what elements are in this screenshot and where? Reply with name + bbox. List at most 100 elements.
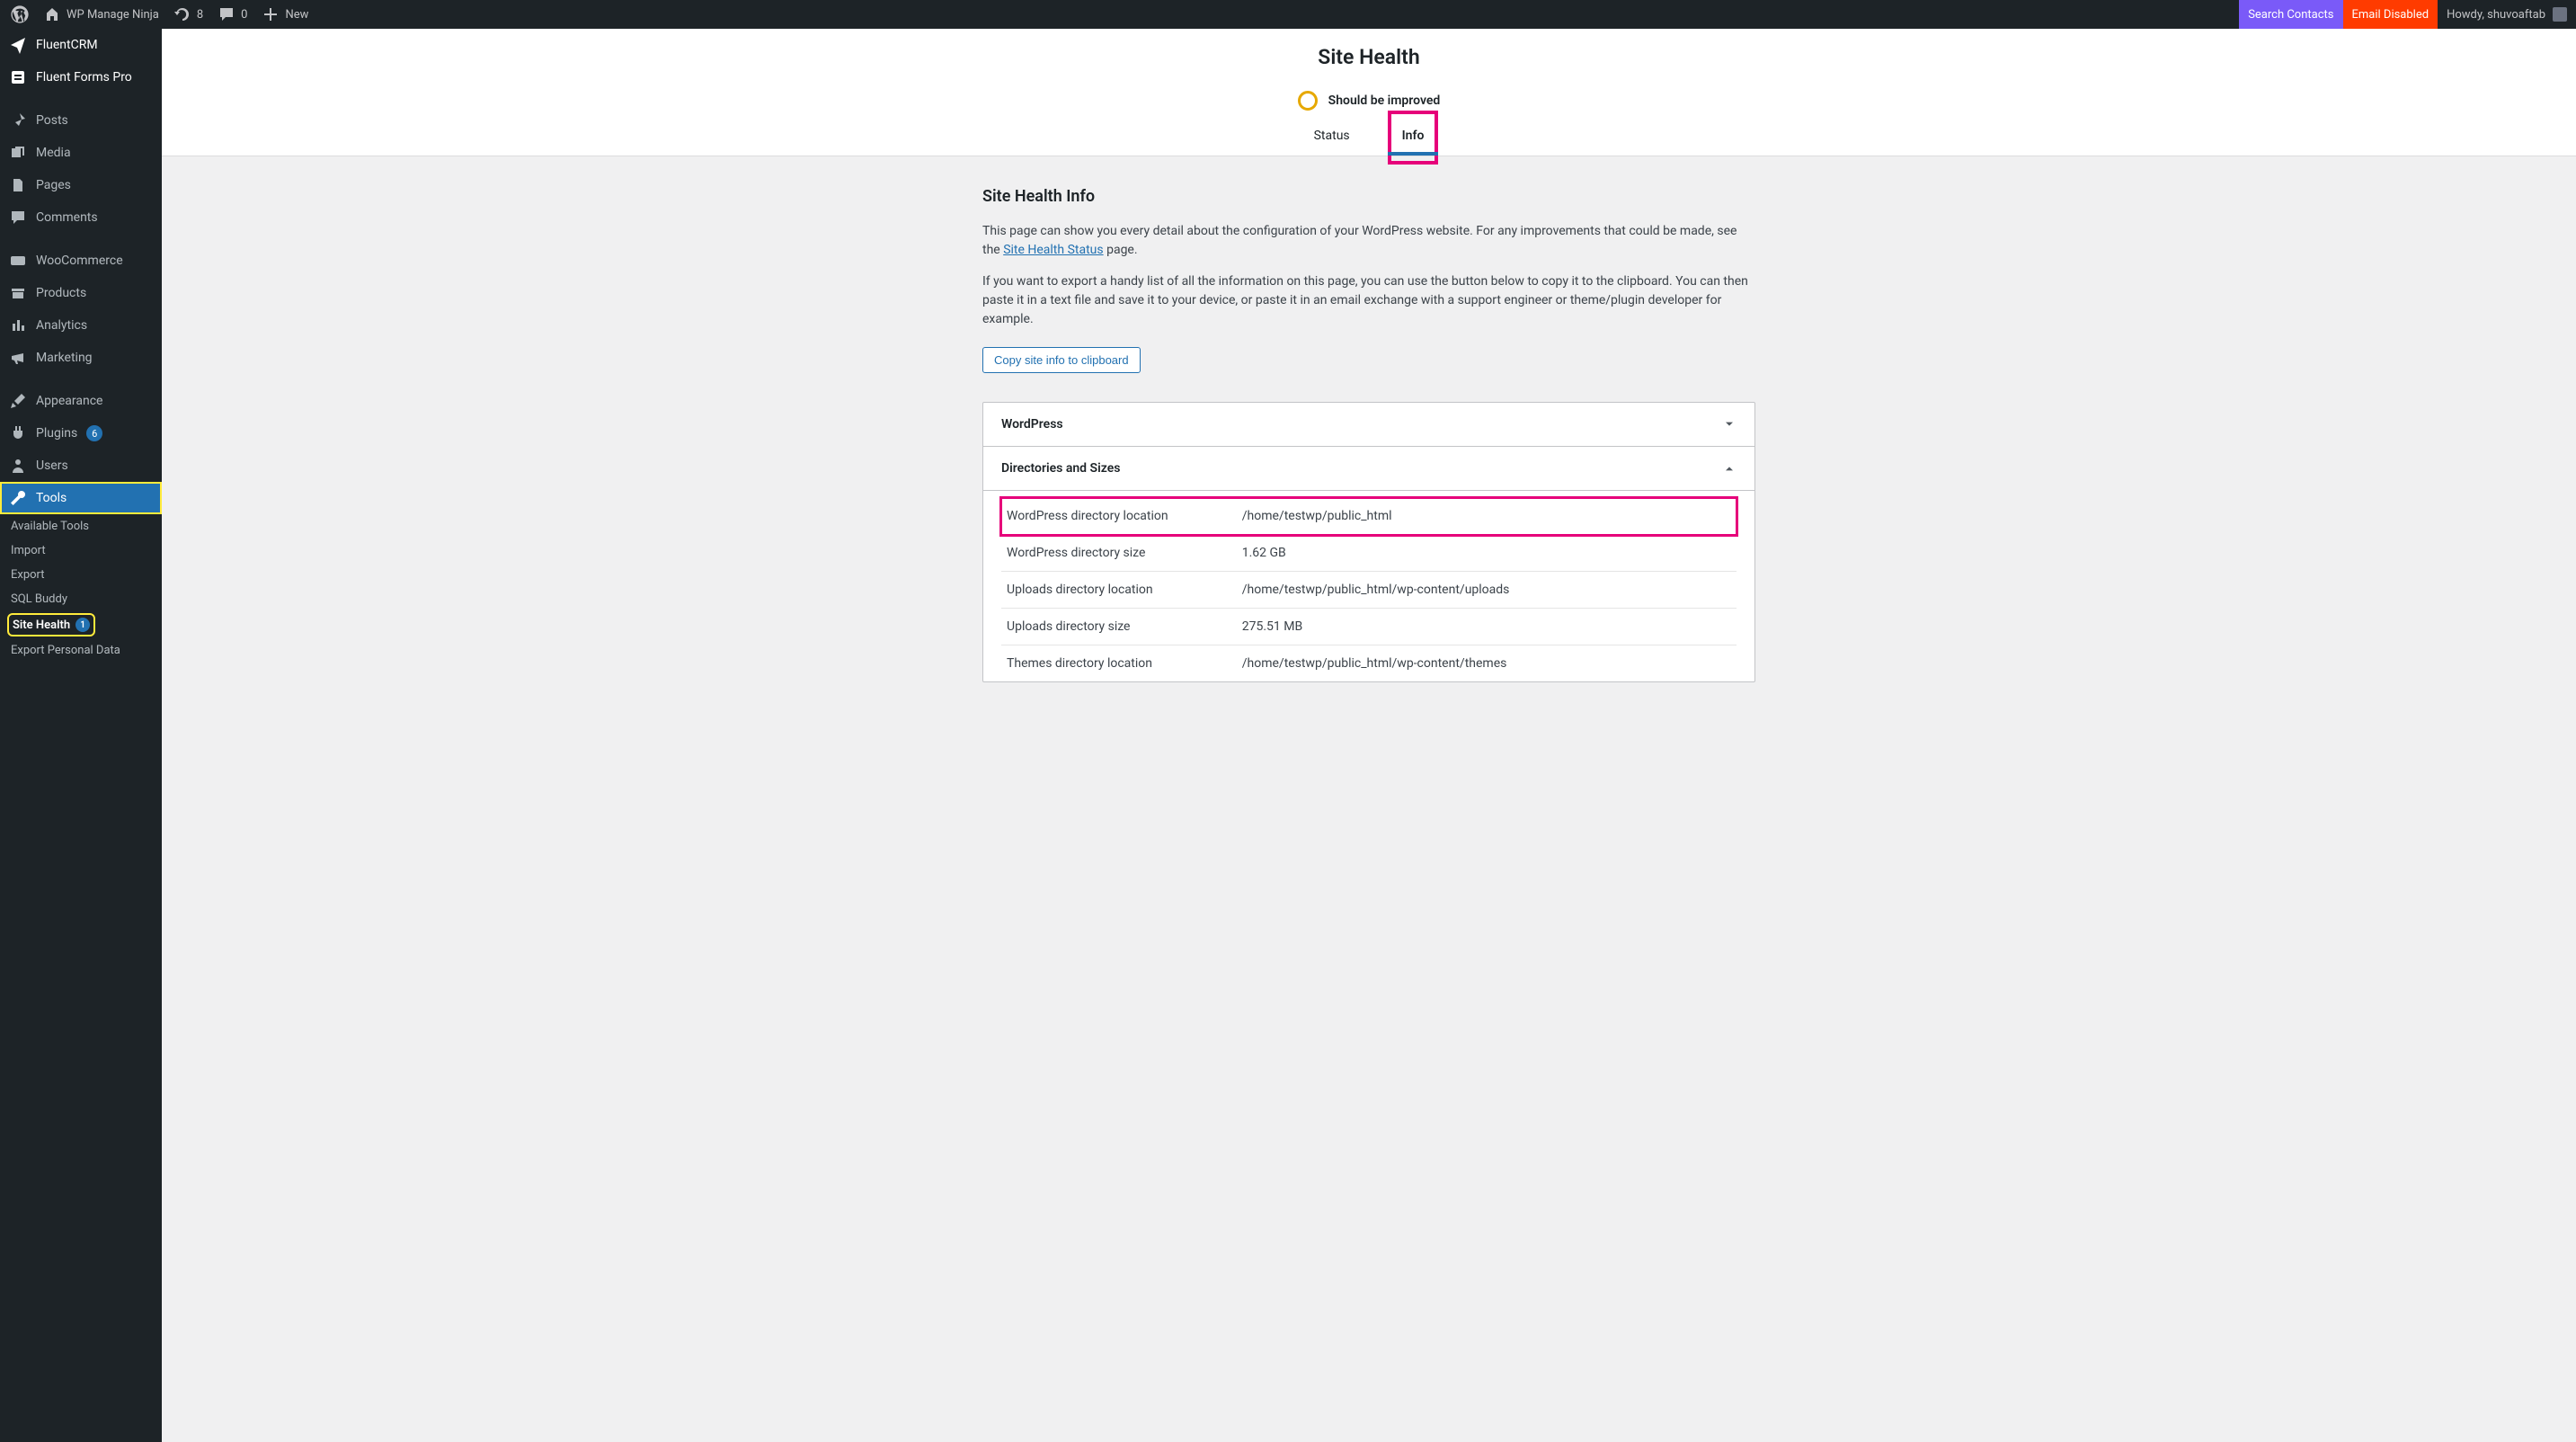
menu-item-label: FluentCRM <box>36 38 98 52</box>
menu-item-label: Marketing <box>36 351 93 365</box>
accordion-heading-wordpress[interactable]: WordPress <box>983 403 1754 446</box>
refresh-icon <box>173 5 191 23</box>
comment-icon <box>9 209 27 227</box>
paper-plane-icon <box>9 36 27 54</box>
table-cell-label: Uploads directory location <box>1001 572 1237 609</box>
intro-paragraph-1: This page can show you every detail abou… <box>982 222 1755 260</box>
table-cell-label: WordPress directory size <box>1001 535 1237 572</box>
table-cell-value: /home/testwp/public_html/wp-content/uplo… <box>1237 572 1737 609</box>
avatar <box>2553 7 2567 22</box>
menu-item-analytics[interactable]: Analytics <box>0 309 162 342</box>
table-cell-label: Themes directory location <box>1001 645 1237 682</box>
tab-info[interactable]: Info <box>1397 120 1430 156</box>
menu-item-tools[interactable]: Tools <box>0 482 162 514</box>
home-icon <box>43 5 61 23</box>
table-row: WordPress directory location/home/testwp… <box>1001 498 1737 535</box>
site-health-header: Site Health Should be improved Status In… <box>162 29 2576 156</box>
menu-separator <box>0 234 162 245</box>
menu-item-appearance[interactable]: Appearance <box>0 385 162 417</box>
form-icon <box>9 68 27 86</box>
submenu-item-label: Site Health <box>13 619 70 632</box>
submenu-item-export-personal[interactable]: Export Personal Data <box>0 638 162 663</box>
user-icon <box>9 457 27 475</box>
comment-icon <box>218 5 235 23</box>
intro-paragraph-2: If you want to export a handy list of al… <box>982 272 1755 329</box>
menu-item-label: Tools <box>36 491 67 505</box>
accordion-body-directories: WordPress directory location/home/testwp… <box>983 490 1754 681</box>
archive-icon <box>9 284 27 302</box>
menu-item-label: Pages <box>36 178 71 192</box>
menu-item-comments[interactable]: Comments <box>0 201 162 234</box>
menu-item-plugins[interactable]: Plugins 6 <box>0 417 162 450</box>
menu-item-marketing[interactable]: Marketing <box>0 342 162 374</box>
directories-table: WordPress directory location/home/testwp… <box>1001 498 1737 681</box>
site-health-tabs: Status Info <box>162 120 2576 156</box>
copy-site-info-button[interactable]: Copy site info to clipboard <box>982 347 1141 373</box>
menu-item-woocommerce[interactable]: WooCommerce <box>0 245 162 277</box>
new-content[interactable]: New <box>254 0 315 29</box>
search-contacts-button[interactable]: Search Contacts <box>2239 0 2342 29</box>
count-badge: 6 <box>86 425 102 441</box>
submenu-item-available-tools[interactable]: Available Tools <box>0 514 162 539</box>
submenu-item-import[interactable]: Import <box>0 539 162 563</box>
email-disabled-button[interactable]: Email Disabled <box>2343 0 2438 29</box>
table-row: Uploads directory size275.51 MB <box>1001 609 1737 645</box>
howdy-text: Howdy, shuvoaftab <box>2447 8 2545 22</box>
menu-item-label: Fluent Forms Pro <box>36 70 132 85</box>
table-row: Uploads directory location/home/testwp/p… <box>1001 572 1737 609</box>
tab-status[interactable]: Status <box>1309 120 1355 156</box>
chevron-down-icon <box>1722 417 1737 432</box>
menu-item-fluentforms[interactable]: Fluent Forms Pro <box>0 61 162 93</box>
progress-ring-icon <box>1298 91 1318 111</box>
plus-icon <box>262 5 280 23</box>
table-cell-value: 275.51 MB <box>1237 609 1737 645</box>
menu-item-label: Appearance <box>36 394 102 408</box>
site-health-status-link[interactable]: Site Health Status <box>1003 243 1103 257</box>
wordpress-icon <box>11 5 29 23</box>
menu-item-label: Users <box>36 458 68 473</box>
accordion-heading-directories[interactable]: Directories and Sizes <box>983 446 1754 490</box>
menu-item-label: Products <box>36 286 86 300</box>
table-row: Themes directory location/home/testwp/pu… <box>1001 645 1737 682</box>
wrench-icon <box>9 489 27 507</box>
menu-item-users[interactable]: Users <box>0 450 162 482</box>
page-title: Site Health <box>162 29 2576 75</box>
table-cell-value: /home/testwp/public_html <box>1237 498 1737 535</box>
menu-item-label: Media <box>36 146 71 160</box>
menu-item-pages[interactable]: Pages <box>0 169 162 201</box>
menu-item-posts[interactable]: Posts <box>0 104 162 137</box>
wp-logo[interactable] <box>4 0 36 29</box>
menu-item-label: WooCommerce <box>36 254 123 268</box>
menu-item-products[interactable]: Products <box>0 277 162 309</box>
megaphone-icon <box>9 349 27 367</box>
site-name[interactable]: WP Manage Ninja <box>36 0 166 29</box>
menu-item-fluentcrm[interactable]: FluentCRM <box>0 29 162 61</box>
menu-separator <box>0 374 162 385</box>
my-account[interactable]: Howdy, shuvoaftab <box>2438 0 2576 29</box>
site-name-text: WP Manage Ninja <box>67 8 159 22</box>
chart-icon <box>9 316 27 334</box>
updates[interactable]: 8 <box>166 0 210 29</box>
table-cell-value: 1.62 GB <box>1237 535 1737 572</box>
submenu-item-export[interactable]: Export <box>0 563 162 587</box>
menu-item-label: Plugins <box>36 426 77 441</box>
menu-separator <box>0 93 162 104</box>
pin-icon <box>9 111 27 129</box>
submenu-item-sql-buddy[interactable]: SQL Buddy <box>0 587 162 611</box>
menu-item-label: Analytics <box>36 318 87 333</box>
media-icon <box>9 144 27 162</box>
count-badge: 1 <box>76 618 90 632</box>
menu-item-media[interactable]: Media <box>0 137 162 169</box>
new-label: New <box>285 8 308 22</box>
admin-menu: FluentCRM Fluent Forms Pro Posts Media Pages… <box>0 29 162 1442</box>
section-heading: Site Health Info <box>982 187 1755 206</box>
brush-icon <box>9 392 27 410</box>
info-accordions: WordPress Directories and Sizes WordPres… <box>982 402 1755 682</box>
woo-icon <box>9 252 27 270</box>
admin-bar: WP Manage Ninja 8 0 New Search Contacts … <box>0 0 2576 29</box>
table-cell-value: /home/testwp/public_html/wp-content/them… <box>1237 645 1737 682</box>
chevron-up-icon <box>1722 461 1737 476</box>
menu-item-label: Posts <box>36 113 68 128</box>
comments[interactable]: 0 <box>210 0 254 29</box>
submenu-item-site-health[interactable]: Site Health 1 <box>0 611 162 638</box>
